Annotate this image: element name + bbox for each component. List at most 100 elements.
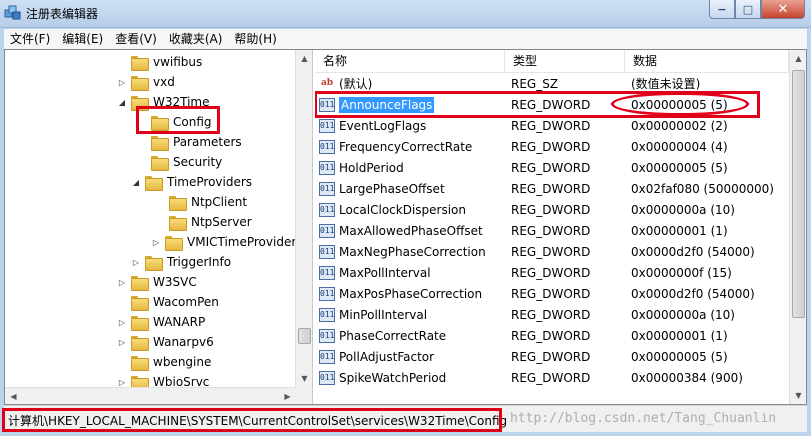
tree-item-wacompen[interactable]: WacomPen bbox=[117, 292, 221, 312]
minimize-icon: − bbox=[717, 2, 727, 16]
close-button[interactable]: ✕ bbox=[761, 0, 805, 19]
folder-icon bbox=[165, 235, 183, 251]
dword-value-icon: 011 bbox=[319, 140, 335, 154]
list-row[interactable]: 011 FrequencyCorrectRate REG_DWORD 0x000… bbox=[315, 137, 789, 158]
value-name: MaxAllowedPhaseOffset bbox=[339, 224, 483, 238]
value-data: 0x00000001 (1) bbox=[631, 224, 728, 238]
tree-item-w3svc[interactable]: ▷ W3SVC bbox=[117, 272, 199, 292]
tree-item-label: TimeProviders bbox=[167, 175, 253, 189]
menu-file[interactable]: 文件(F) bbox=[4, 29, 56, 49]
value-type: REG_DWORD bbox=[511, 245, 591, 259]
expand-arrow-icon[interactable]: ▷ bbox=[131, 257, 141, 267]
tree-item-vmictimeprovider[interactable]: ▷ VMICTimeProvider bbox=[151, 232, 298, 252]
list-row[interactable]: 011 EventLogFlags REG_DWORD 0x00000002 (… bbox=[315, 116, 789, 137]
folder-icon bbox=[131, 275, 149, 291]
tree-item-security[interactable]: Security bbox=[137, 152, 224, 172]
menu-favorites[interactable]: 收藏夹(A) bbox=[163, 29, 229, 49]
collapse-arrow-icon[interactable]: ◢ bbox=[131, 177, 141, 187]
expander-icon bbox=[137, 137, 147, 147]
tree-item-label: Security bbox=[173, 155, 223, 169]
scroll-right-icon[interactable]: ▶ bbox=[279, 388, 296, 405]
tree-horizontal-scrollbar[interactable]: ◀ ▶ bbox=[5, 387, 296, 404]
tree-item-wanarpv6[interactable]: ▷ Wanarpv6 bbox=[117, 332, 216, 352]
collapse-arrow-icon[interactable]: ◢ bbox=[117, 97, 127, 107]
dword-value-icon: 011 bbox=[319, 182, 335, 196]
tree-item-label: W3SVC bbox=[153, 275, 197, 289]
column-header-name[interactable]: 名称 bbox=[315, 50, 505, 72]
expander-icon bbox=[117, 357, 127, 367]
tree-item-vxd[interactable]: ▷ vxd bbox=[117, 72, 177, 92]
window-title: 注册表编辑器 bbox=[26, 7, 99, 21]
folder-icon bbox=[131, 315, 149, 331]
tree-item-wanarp[interactable]: ▷ WANARP bbox=[117, 312, 207, 332]
value-data: 0x00000384 (900) bbox=[631, 371, 743, 385]
column-header-type[interactable]: 类型 bbox=[505, 50, 625, 72]
tree-item-label: WANARP bbox=[153, 315, 206, 329]
scrollbar-thumb[interactable] bbox=[792, 70, 805, 318]
string-value-icon: ab bbox=[320, 78, 334, 88]
scroll-down-icon[interactable]: ▼ bbox=[296, 370, 312, 387]
value-data: 0x00000001 (1) bbox=[631, 329, 728, 343]
menu-help[interactable]: 帮助(H) bbox=[228, 29, 282, 49]
value-name: SpikeWatchPeriod bbox=[339, 371, 447, 385]
tree-item-ntpclient[interactable]: NtpClient bbox=[155, 192, 249, 212]
expand-arrow-icon[interactable]: ▷ bbox=[117, 317, 127, 327]
tree-item-vwifibus[interactable]: vwifibus bbox=[117, 52, 204, 72]
expander-icon[interactable] bbox=[117, 57, 127, 67]
status-bar: 计算机\HKEY_LOCAL_MACHINE\SYSTEM\CurrentCon… bbox=[2, 405, 807, 432]
tree-item-label: NtpClient bbox=[191, 195, 248, 209]
list-row[interactable]: 011 MaxNegPhaseCorrection REG_DWORD 0x00… bbox=[315, 242, 789, 263]
expand-arrow-icon[interactable]: ▷ bbox=[117, 77, 127, 87]
value-type: REG_DWORD bbox=[511, 224, 591, 238]
menu-view[interactable]: 查看(V) bbox=[109, 29, 163, 49]
scroll-down-icon[interactable]: ▼ bbox=[790, 387, 806, 404]
list-row[interactable]: 011 LargePhaseOffset REG_DWORD 0x02faf08… bbox=[315, 179, 789, 200]
tree-item-triggerinfo[interactable]: ▷ TriggerInfo bbox=[131, 252, 233, 272]
list-row[interactable]: 011 HoldPeriod REG_DWORD 0x00000005 (5) bbox=[315, 158, 789, 179]
title-bar: 注册表编辑器 − □ ✕ bbox=[0, 0, 811, 28]
list-row[interactable]: 011 PollAdjustFactor REG_DWORD 0x0000000… bbox=[315, 347, 789, 368]
client-area: vwifibus ▷ vxd ◢ W32Time Config Paramete… bbox=[4, 49, 807, 405]
tree-item-label: Wanarpv6 bbox=[153, 335, 214, 349]
value-name: PollAdjustFactor bbox=[339, 350, 435, 364]
list-row[interactable]: 011 MaxPosPhaseCorrection REG_DWORD 0x00… bbox=[315, 284, 789, 305]
scroll-up-icon[interactable]: ▲ bbox=[790, 50, 806, 67]
minimize-button[interactable]: − bbox=[709, 0, 735, 19]
window-controls: − □ ✕ bbox=[709, 0, 805, 20]
value-name: MaxNegPhaseCorrection bbox=[339, 245, 486, 259]
list-row[interactable]: 011 MaxPollInterval REG_DWORD 0x0000000f… bbox=[315, 263, 789, 284]
expand-arrow-icon[interactable]: ▷ bbox=[117, 377, 127, 387]
folder-icon bbox=[151, 135, 169, 151]
tree-item-ntpserver[interactable]: NtpServer bbox=[155, 212, 254, 232]
tree-item-timeproviders[interactable]: ◢ TimeProviders bbox=[131, 172, 254, 192]
list-vertical-scrollbar[interactable]: ▲ ▼ bbox=[789, 50, 806, 404]
list-row[interactable]: 011 PhaseCorrectRate REG_DWORD 0x0000000… bbox=[315, 326, 789, 347]
expander-icon bbox=[137, 157, 147, 167]
tree-item-parameters[interactable]: Parameters bbox=[137, 132, 244, 152]
value-data: 0x0000000a (10) bbox=[631, 203, 735, 217]
expand-arrow-icon[interactable]: ▷ bbox=[117, 277, 127, 287]
header-divider bbox=[315, 72, 789, 73]
close-icon: ✕ bbox=[777, 1, 789, 17]
folder-icon bbox=[169, 195, 187, 211]
list-row[interactable]: 011 SpikeWatchPeriod REG_DWORD 0x0000038… bbox=[315, 368, 789, 389]
value-type: REG_DWORD bbox=[511, 203, 591, 217]
maximize-button[interactable]: □ bbox=[735, 0, 761, 19]
column-header-data[interactable]: 数据 bbox=[625, 50, 789, 72]
list-row[interactable]: 011 LocalClockDispersion REG_DWORD 0x000… bbox=[315, 200, 789, 221]
folder-icon bbox=[131, 355, 149, 371]
folder-icon bbox=[131, 55, 149, 71]
scroll-up-icon[interactable]: ▲ bbox=[296, 50, 312, 67]
tree-item-label: WacomPen bbox=[153, 295, 219, 309]
path-highlight-box bbox=[2, 408, 502, 432]
scrollbar-thumb[interactable] bbox=[298, 328, 311, 344]
menu-edit[interactable]: 编辑(E) bbox=[56, 29, 109, 49]
tree-item-label: vwifibus bbox=[153, 55, 203, 69]
tree-vertical-scrollbar[interactable]: ▲ ▼ bbox=[295, 50, 312, 404]
list-row[interactable]: 011 MaxAllowedPhaseOffset REG_DWORD 0x00… bbox=[315, 221, 789, 242]
expand-arrow-icon[interactable]: ▷ bbox=[117, 337, 127, 347]
list-row[interactable]: 011 MinPollInterval REG_DWORD 0x0000000a… bbox=[315, 305, 789, 326]
tree-item-wbengine[interactable]: wbengine bbox=[117, 352, 213, 372]
expand-arrow-icon[interactable]: ▷ bbox=[151, 237, 161, 247]
scroll-left-icon[interactable]: ◀ bbox=[5, 388, 22, 405]
